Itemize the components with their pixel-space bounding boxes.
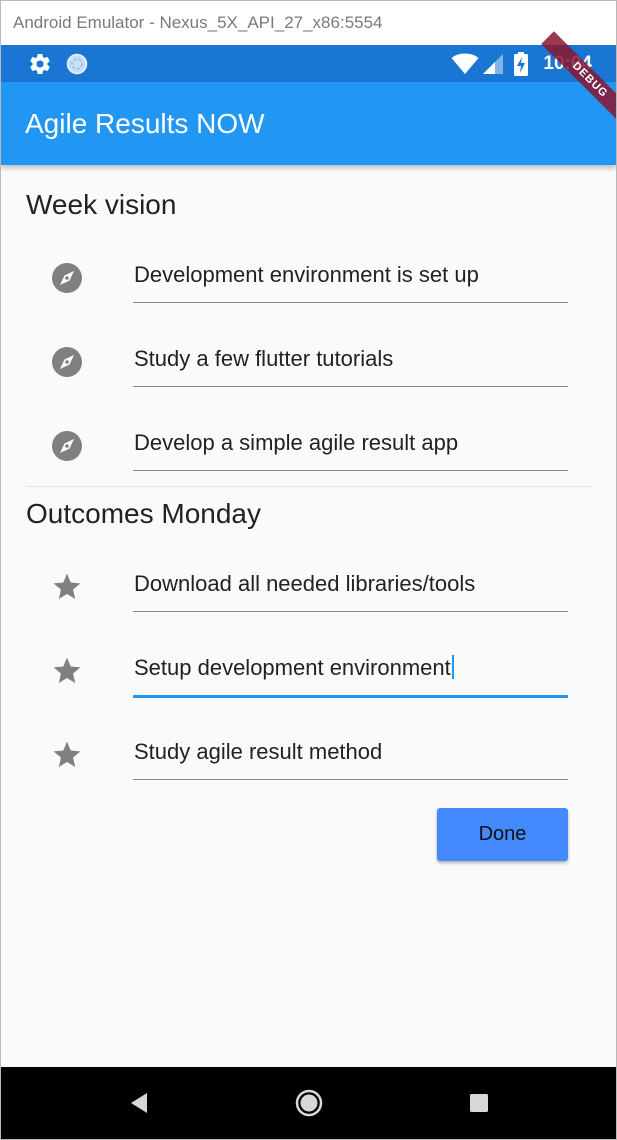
outcome-item: Download all needed libraries/tools [1,551,616,635]
vision-text-field[interactable]: Development environment is set up [133,242,568,303]
text-cursor [451,655,454,679]
compass-icon [51,262,83,294]
outcome-item-text: Download all needed libraries/tools [134,571,476,596]
section-divider [26,486,592,487]
app-bar: Agile Results NOW [1,82,616,165]
battery-icon [510,45,532,82]
status-bar: 10:04 [1,45,616,82]
sync-icon [65,45,89,82]
wifi-icon [450,45,480,82]
outcome-item: Study agile result method [1,719,616,803]
done-button[interactable]: Done [437,808,568,861]
compass-icon [51,430,83,462]
star-icon [51,739,83,771]
window-title: Android Emulator - Nexus_5X_API_27_x86:5… [1,1,616,45]
star-icon [51,571,83,603]
signal-icon [481,45,505,82]
vision-text-field[interactable]: Develop a simple agile result app [133,410,568,471]
outcome-item-text: Setup development environment [134,655,454,681]
section-title-week-vision: Week vision [26,189,177,220]
vision-item: Development environment is set up [1,242,616,326]
settings-icon [27,45,53,82]
vision-item: Develop a simple agile result app [1,410,616,494]
compass-icon [51,346,83,378]
emulator-window: Android Emulator - Nexus_5X_API_27_x86:5… [0,0,617,1140]
home-icon[interactable] [279,1067,339,1139]
navigation-bar [1,1067,616,1139]
section-title-outcomes: Outcomes Monday [26,498,261,529]
vision-item: Study a few flutter tutorials [1,326,616,410]
back-icon[interactable] [109,1067,169,1139]
vision-item-text: Study a few flutter tutorials [134,346,394,371]
outcome-item-value: Setup development environment [134,655,451,680]
outcome-text-field-focused[interactable]: Setup development environment [133,635,568,698]
vision-item-text: Development environment is set up [134,262,479,287]
star-icon [51,655,83,687]
outcome-item-text: Study agile result method [134,739,383,764]
vision-text-field[interactable]: Study a few flutter tutorials [133,326,568,387]
outcome-text-field[interactable]: Download all needed libraries/tools [133,551,568,612]
vision-item-text: Develop a simple agile result app [134,430,459,455]
app-title: Agile Results NOW [25,108,265,139]
main-content: Week vision Development environment is s… [1,165,616,1067]
outcome-text-field[interactable]: Study agile result method [133,719,568,780]
recents-icon[interactable] [449,1067,509,1139]
outcome-item: Setup development environment [1,635,616,719]
